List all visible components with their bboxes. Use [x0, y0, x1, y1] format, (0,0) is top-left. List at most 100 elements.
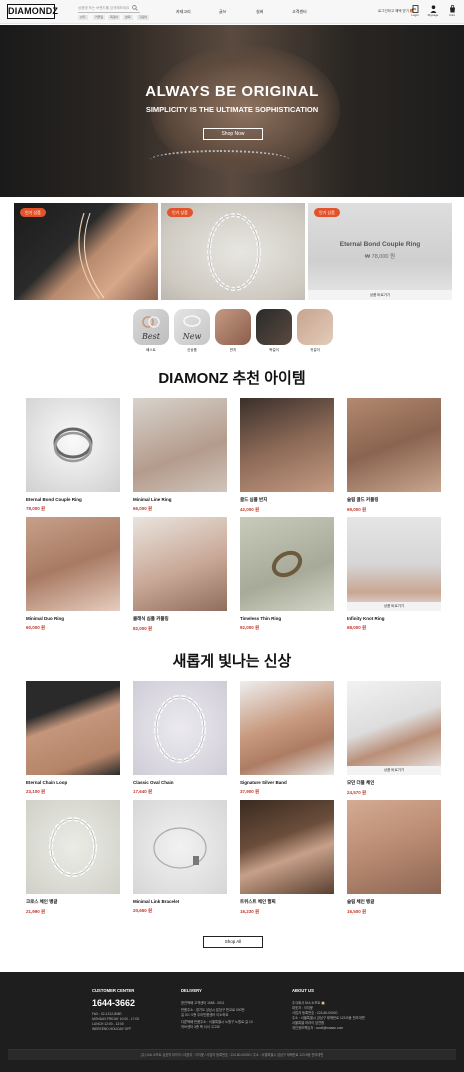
search-icon[interactable] [132, 5, 138, 11]
category-earring[interactable]: 귀걸이 [297, 309, 333, 353]
keyword-chip[interactable]: 목걸이 [108, 15, 121, 20]
category-label: 신상품 [187, 348, 197, 352]
nav-category[interactable]: 카테고리 [176, 9, 191, 15]
product-link[interactable]: 상품 바로가기 [347, 602, 441, 611]
product-name: 슬림 체인 뱅글 [347, 899, 375, 904]
product-name: Infinity Knot Ring [347, 616, 385, 621]
product-image [240, 681, 334, 775]
promo-tile[interactable]: 인기 상품 [14, 203, 158, 300]
product-image [133, 517, 227, 611]
category-image: Best [133, 309, 169, 345]
product-card[interactable]: Classic Oval Chain 17,640 원 [133, 681, 227, 795]
category-word: Best [142, 332, 160, 341]
category-best[interactable]: Best 베스트 [133, 309, 169, 353]
shop-now-button[interactable]: Shop Now [203, 128, 263, 140]
footer-line: 허브센터 3층 목 서서 고고요 [181, 1025, 220, 1029]
shop-all-button[interactable]: Shop All [203, 936, 263, 948]
cart-button[interactable]: Cart [446, 5, 458, 19]
promo-product-price: ₩ 78,000 원 [364, 254, 396, 260]
category-image [297, 309, 333, 345]
product-card[interactable]: Eternal Bond Couple Ring 78,000 원 [26, 398, 120, 512]
product-name: 크로스 체인 뱅글 [26, 899, 58, 904]
product-name: 슬림 골드 커플링 [347, 497, 379, 502]
product-link[interactable]: 상품 바로가기 [347, 766, 441, 775]
promo-product-name: Eternal Bond Couple Ring [339, 241, 421, 248]
product-image [240, 517, 334, 611]
keyword-chip[interactable]: 팔찌 [123, 15, 133, 20]
cart-label: Cart [449, 13, 455, 17]
category-label: 목걸이 [269, 348, 279, 352]
product-card[interactable]: 슬림 골드 커플링 69,000 원 [347, 398, 441, 513]
product-price: 69,000 원 [347, 507, 367, 512]
login-icon [411, 5, 418, 13]
product-card[interactable]: 골드 심플 반지 42,000 원 [240, 398, 334, 513]
category-image: New [174, 309, 210, 345]
product-name: Signature Silver Band [240, 780, 287, 785]
product-name: Eternal Bond Couple Ring [26, 497, 82, 502]
product-card[interactable]: Minimal Duo Ring 60,000 원 [26, 517, 120, 631]
product-price: 60,000 원 [26, 625, 46, 630]
category-ring[interactable]: 반지 [215, 309, 251, 353]
product-image [133, 681, 227, 775]
product-name: Minimal Line Ring [133, 497, 172, 502]
product-card[interactable]: 트위스트 체인 팔찌 16,230 원 [240, 800, 334, 915]
product-card[interactable]: Minimal Line Ring 66,000 원 [133, 398, 227, 512]
chain-bracelet-image [207, 213, 261, 291]
site-logo[interactable]: DIAMONDZ [7, 4, 58, 19]
new-arrivals-title: 새롭게 빛나는 신상 [172, 653, 292, 670]
product-price: 37,900 원 [240, 789, 260, 794]
promo-tile[interactable]: 인기 상품 [161, 203, 305, 300]
product-card[interactable]: 크로스 체인 뱅글 21,990 원 [26, 800, 120, 915]
cart-icon [449, 5, 455, 13]
product-card[interactable]: 상품 바로가기 Infinity Knot Ring 68,000 원 [347, 517, 441, 631]
product-price: 23,100 원 [26, 789, 46, 794]
product-image [347, 398, 441, 492]
nav-customer-center[interactable]: 고객센터 [292, 9, 307, 15]
product-card[interactable]: 슬림 체인 뱅글 16,500 원 [347, 800, 441, 915]
footer-line: 한진택배 고객센터 1588 - 0011 [181, 1001, 225, 1005]
footer-line: 길 00 / 0층 우리반품센터 이소하요 [181, 1013, 229, 1017]
product-card[interactable]: Minimal Link Bracelet 20,650 원 [133, 800, 227, 914]
popular-badge: 인기 상품 [20, 208, 46, 217]
product-card[interactable]: 클래식 심플 커플링 82,000 원 [133, 517, 227, 632]
product-price: 24,570 원 [347, 790, 367, 795]
product-price: 78,000 원 [26, 506, 46, 511]
keyword-chip[interactable]: 반지 [78, 15, 88, 20]
mypage-button[interactable]: Mypage [427, 5, 439, 19]
product-name: Classic Oval Chain [133, 780, 174, 785]
product-price: 16,230 원 [240, 909, 260, 914]
user-icon [430, 5, 436, 13]
keyword-chip[interactable]: 커플링 [93, 15, 106, 20]
category-new[interactable]: New 신상품 [174, 309, 210, 353]
footer-phone[interactable]: 1644-3662 [92, 999, 182, 1008]
product-name: Minimal Link Bracelet [133, 899, 180, 904]
product-image [26, 398, 120, 492]
hero-title: ALWAYS BE ORIGINAL [145, 83, 319, 100]
product-image [240, 800, 334, 894]
category-image [215, 309, 251, 345]
login-button[interactable]: Login [409, 5, 421, 19]
footer-delivery: DELIVERY 한진택배 고객센터 1588 - 0011 반품주소 : 경기… [181, 988, 281, 1030]
product-image [26, 800, 120, 894]
footer-line: WEEKEND.HOLIDAY OFF [92, 1027, 132, 1031]
category-image [256, 309, 292, 345]
product-card[interactable]: 상품 바로가기 모던 더블 체인 24,570 원 [347, 681, 441, 796]
product-price: 42,000 원 [240, 507, 260, 512]
nav-item[interactable]: 글쓰 [219, 9, 226, 15]
promo-tile-featured[interactable]: 인기 상품 Eternal Bond Couple Ring ₩ 78,000 … [308, 203, 452, 300]
product-card[interactable]: Timeless Thin Ring 92,000 원 [240, 517, 334, 631]
product-image [133, 398, 227, 492]
footer-heading: DELIVERY [181, 988, 202, 993]
hero-necklace [150, 150, 290, 170]
product-price: 82,000 원 [133, 626, 153, 631]
product-card[interactable]: Signature Silver Band 37,900 원 [240, 681, 334, 795]
search-input[interactable]: 상품명 또는 브랜드를 검색해보세요 [78, 4, 140, 13]
category-label: 귀걸이 [310, 348, 320, 352]
nav-silver[interactable]: 실버 [256, 9, 263, 15]
footer-customer-center: CUSTOMER CENTER 1644-3662 FAX : 02-1212-… [92, 988, 182, 1032]
keyword-chip[interactable]: 귀걸이 [137, 15, 150, 20]
product-link[interactable]: 상품 바로가기 [308, 290, 452, 300]
product-price: 20,650 원 [133, 908, 153, 913]
category-necklace[interactable]: 목걸이 [256, 309, 292, 353]
product-card[interactable]: Eternal Chain Loop 23,100 원 [26, 681, 120, 795]
